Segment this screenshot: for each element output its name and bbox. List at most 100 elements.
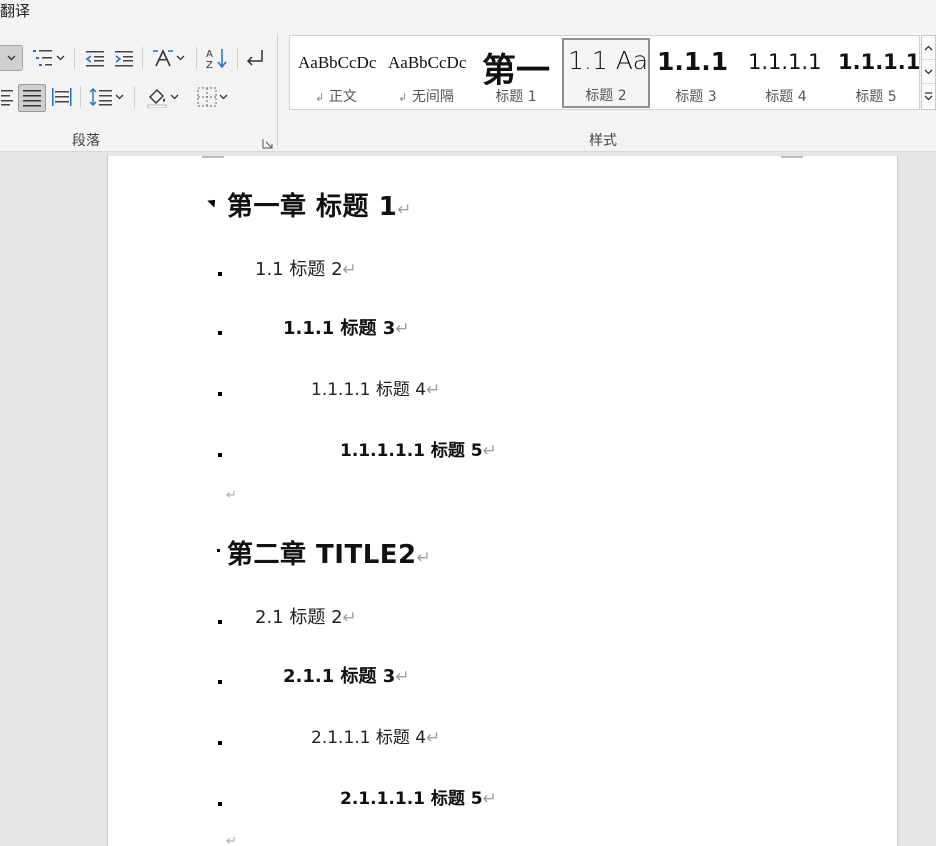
- heading-bullet: [218, 620, 222, 624]
- toolbar-divider: [134, 86, 135, 108]
- align-left-button[interactable]: [0, 84, 14, 110]
- svg-text:A: A: [206, 49, 213, 60]
- line-spacing-button[interactable]: [86, 84, 126, 110]
- heading-3[interactable]: 2.1.1 标题 3↵: [283, 662, 410, 688]
- chevron-down-icon: [56, 55, 64, 61]
- style-preview: AaBbCcDc: [388, 53, 467, 72]
- page-corner-mark: [781, 156, 803, 158]
- toolbar-divider: [142, 47, 143, 69]
- dialog-launcher-icon: [262, 139, 273, 149]
- style-preview: 第一: [482, 51, 550, 85]
- style-name: 标题 3: [675, 89, 717, 105]
- group-separator: [277, 34, 278, 146]
- heading-2[interactable]: 1.1 标题 2↵: [255, 255, 357, 281]
- style-name: ↲ 无间隔: [398, 89, 454, 105]
- distributed-button[interactable]: [50, 84, 74, 110]
- style-name: 标题 2: [585, 88, 627, 104]
- heading-bullet: [218, 802, 222, 806]
- gallery-more-button[interactable]: [922, 84, 935, 108]
- style-preview: 1.1.1.1.: [838, 50, 920, 74]
- svg-text:Z: Z: [206, 60, 213, 69]
- toolbar-divider: [74, 47, 75, 69]
- heading-5[interactable]: 1.1.1.1.1 标题 5↵: [340, 436, 497, 461]
- align-left-icon: [1, 90, 13, 106]
- paragraph-mark-icon: [246, 50, 263, 66]
- paragraph-mark: ↵: [397, 200, 412, 220]
- decrease-indent-icon: [85, 51, 104, 67]
- style-name: 标题 1: [495, 89, 537, 105]
- increase-indent-button[interactable]: [112, 45, 136, 71]
- style-heading-5[interactable]: 1.1.1.1. 标题 5: [832, 39, 920, 107]
- distributed-icon: [52, 88, 72, 106]
- heading-4[interactable]: 1.1.1.1 标题 4↵: [311, 375, 440, 400]
- multilevel-list-button[interactable]: [28, 45, 68, 71]
- style-name: 标题 5: [855, 89, 897, 105]
- sort-az-icon: A Z: [206, 49, 227, 69]
- line-spacing-icon: [89, 88, 112, 106]
- heading-bullet: [218, 331, 222, 335]
- text-direction-icon: [152, 49, 173, 67]
- increase-indent-icon: [115, 51, 133, 67]
- style-normal[interactable]: AaBbCcDc ↲ 正文: [292, 39, 380, 107]
- heading-bullet: [218, 741, 222, 745]
- styles-gallery-scroller: [921, 35, 936, 110]
- borders-icon: [197, 87, 216, 107]
- heading-bullet: [218, 680, 222, 684]
- style-name: ↲ 正文: [315, 89, 357, 105]
- heading-bullet: [218, 392, 222, 396]
- chevron-down-icon: [170, 94, 178, 100]
- chevron-up-icon: [924, 45, 933, 50]
- heading-bullet: [218, 272, 222, 276]
- chevron-down-icon: [924, 69, 933, 74]
- styles-group-label: 样式: [589, 133, 617, 149]
- font-size-dropdown-button[interactable]: [0, 45, 23, 71]
- style-preview: 1.1.1.1: [748, 50, 822, 74]
- chevron-down-icon: [7, 55, 15, 61]
- toolbar-divider: [196, 47, 197, 69]
- more-styles-icon: [924, 91, 933, 100]
- chevron-down-icon: [176, 55, 184, 61]
- heading-1[interactable]: 第二章 TITLE2↵: [227, 534, 431, 571]
- heading-bullet: [217, 549, 220, 552]
- chevron-down-icon: [115, 94, 123, 100]
- paragraph-mark: ↵: [416, 548, 432, 568]
- heading-5[interactable]: 2.1.1.1.1 标题 5↵: [340, 784, 497, 809]
- justify-icon: [23, 90, 41, 107]
- style-no-spacing[interactable]: AaBbCcDc ↲ 无间隔: [382, 39, 470, 107]
- multilevel-list-icon: [32, 50, 52, 66]
- show-formatting-marks-button[interactable]: [242, 45, 268, 71]
- style-preview: AaBbCcDc: [298, 53, 377, 72]
- paragraph-group-label: 段落: [72, 133, 100, 149]
- style-heading-4[interactable]: 1.1.1.1 标题 4: [742, 39, 830, 107]
- chevron-down-icon: [219, 94, 227, 100]
- toolbar-divider: [80, 86, 81, 108]
- empty-paragraph-mark[interactable]: ↵: [226, 834, 237, 846]
- gallery-scroll-down-button[interactable]: [922, 60, 935, 84]
- style-preview: 1.1.1: [657, 47, 729, 76]
- paragraph-dialog-launcher[interactable]: [262, 134, 273, 149]
- translate-label: 翻译: [0, 2, 31, 20]
- gallery-scroll-up-button[interactable]: [922, 36, 935, 60]
- justify-button[interactable]: [18, 84, 46, 112]
- ribbon: 翻译 A Z 段落 AaBbCcDc ↲ 正文 AaBbCcDc ↲ 无间隔 第…: [0, 0, 936, 152]
- sort-button[interactable]: A Z: [203, 45, 231, 71]
- page-corner-mark: [202, 156, 224, 158]
- style-preview: 1.1 Aa: [568, 46, 648, 75]
- paint-bucket-icon: [147, 89, 166, 108]
- heading-2[interactable]: 2.1 标题 2↵: [255, 603, 357, 629]
- character-spacing-button[interactable]: [148, 45, 188, 71]
- heading-4[interactable]: 2.1.1.1 标题 4↵: [311, 723, 440, 748]
- styles-gallery: AaBbCcDc ↲ 正文 AaBbCcDc ↲ 无间隔 第一 标题 1 1.1…: [289, 35, 920, 110]
- style-name: 标题 4: [765, 89, 807, 105]
- toolbar-divider: [237, 47, 238, 69]
- style-heading-2[interactable]: 1.1 Aa 标题 2: [562, 38, 650, 108]
- borders-button[interactable]: [192, 84, 232, 110]
- heading-3[interactable]: 1.1.1 标题 3↵: [283, 314, 410, 340]
- heading-bullet: [218, 453, 222, 457]
- style-heading-1[interactable]: 第一 标题 1: [472, 39, 560, 107]
- empty-paragraph-mark[interactable]: ↵: [226, 488, 237, 503]
- heading-1[interactable]: 第一章 标题 1↵: [227, 186, 412, 223]
- shading-button[interactable]: [142, 84, 182, 110]
- style-heading-3[interactable]: 1.1.1 标题 3: [652, 39, 740, 107]
- decrease-indent-button[interactable]: [83, 45, 107, 71]
